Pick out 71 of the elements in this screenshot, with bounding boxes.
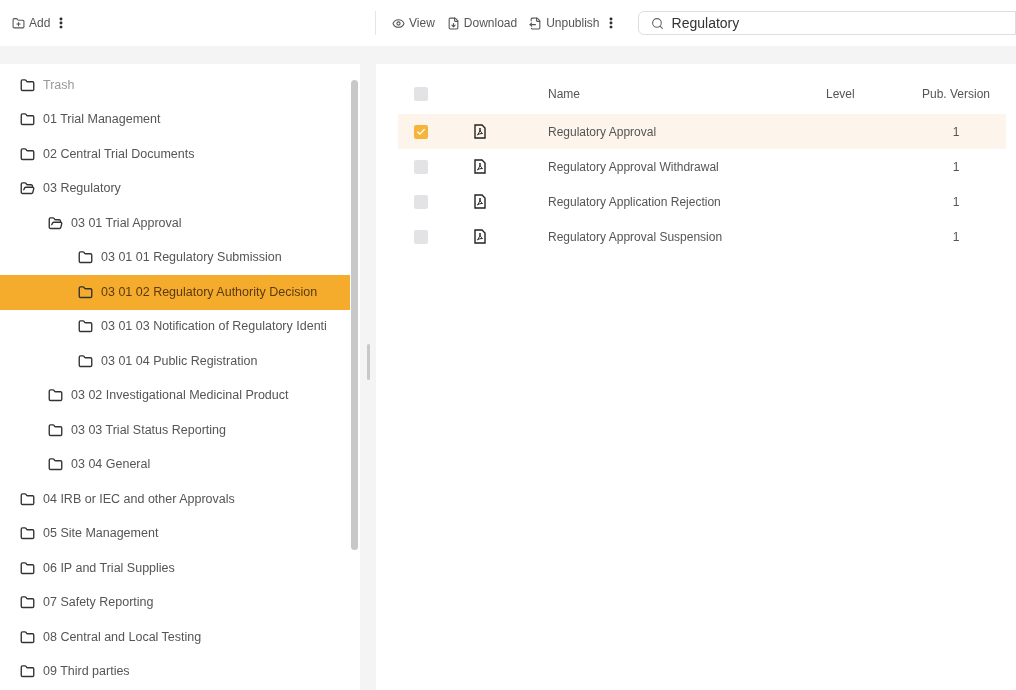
select-all-checkbox[interactable] <box>414 87 428 101</box>
row-checkbox[interactable] <box>414 229 428 244</box>
table-cell-text: 1 <box>951 193 961 211</box>
check-icon <box>416 126 426 137</box>
download-button[interactable]: Download <box>446 14 518 32</box>
tree-item[interactable]: 05 Site Management <box>0 516 350 551</box>
pdf-file-icon <box>474 124 486 139</box>
tree-item[interactable]: 03 01 01 Regulatory Submission <box>0 240 350 275</box>
folder-plus-icon <box>12 16 25 30</box>
pdf-file-icon <box>474 159 486 174</box>
table-cell-text: 1 <box>951 123 961 141</box>
search-field[interactable]: Regulatory <box>637 11 1016 35</box>
view-button[interactable]: View <box>392 14 435 32</box>
tree-item[interactable]: 08 Central and Local Testing <box>0 620 350 655</box>
column-header[interactable]: Pub. Version <box>906 85 1006 103</box>
folder-icon <box>20 112 35 128</box>
tree-item[interactable]: 02 Central Trial Documents <box>0 137 350 172</box>
folder-icon <box>78 319 93 335</box>
folder-icon <box>20 146 35 162</box>
folder-icon <box>48 388 63 404</box>
table-row[interactable]: Regulatory Approval Suspension 1 <box>398 219 1006 254</box>
tree-item[interactable]: 03 02 Investigational Medicinal Product <box>0 378 350 413</box>
tree-item[interactable]: 03 01 Trial Approval <box>0 206 350 241</box>
row-checkbox[interactable] <box>414 124 428 139</box>
add-button[interactable]: Add <box>12 14 51 32</box>
eye-icon <box>392 16 405 30</box>
folder-icon <box>20 526 35 542</box>
table-row[interactable]: Regulatory Approval Withdrawal 1 <box>398 149 1006 184</box>
pdf-file-icon <box>474 194 486 209</box>
unpublish-button[interactable]: Unpublish <box>529 14 600 32</box>
open-folder-icon <box>20 181 35 197</box>
table-row[interactable]: Regulatory Application Rejection 1 <box>398 184 1006 219</box>
open-folder-icon <box>48 215 63 231</box>
folder-icon <box>78 353 93 369</box>
row-checkbox[interactable] <box>414 194 428 209</box>
column-header[interactable]: Name <box>548 85 826 103</box>
folder-icon <box>20 491 35 507</box>
tree-item[interactable]: 07 Safety Reporting <box>0 585 350 620</box>
folder-icon <box>20 595 35 611</box>
tree-item[interactable]: 03 04 General <box>0 447 350 482</box>
table-cell-text: Regulatory Approval Withdrawal <box>548 158 720 176</box>
file-icon <box>529 16 543 30</box>
tree-item[interactable]: 03 01 04 Public Registration <box>0 344 350 379</box>
table-cell-text: Regulatory Approval <box>548 123 658 141</box>
table-cell-text: 1 <box>951 158 961 176</box>
tree-item[interactable]: 03 01 02 Regulatory Authority Decision <box>0 275 350 310</box>
tree-item[interactable]: 03 03 Trial Status Reporting <box>0 413 350 448</box>
search-icon <box>650 16 664 30</box>
tree-item[interactable]: 03 01 03 Notification of Regulatory Identi <box>0 309 350 344</box>
folder-icon <box>48 457 63 473</box>
folder-icon <box>20 77 35 93</box>
folder-icon <box>48 422 63 438</box>
folder-icon <box>20 629 35 645</box>
table-row[interactable]: Regulatory Approval 1 <box>398 114 1006 149</box>
table-cell-text: Regulatory Approval Suspension <box>548 228 724 246</box>
tree-item[interactable]: 09 Third parties <box>0 654 350 689</box>
pdf-file-icon <box>474 229 486 244</box>
folder-icon <box>20 560 35 576</box>
row-checkbox[interactable] <box>414 159 428 174</box>
table-cell-text: Regulatory Application Rejection <box>548 193 722 211</box>
folder-icon <box>20 664 35 680</box>
tree-item[interactable]: 06 IP and Trial Supplies <box>0 551 350 586</box>
tree-item[interactable]: 03 Regulatory <box>0 171 350 206</box>
file-icon <box>446 16 460 30</box>
tree-item[interactable]: 04 IRB or IEC and other Approvals <box>0 482 350 517</box>
tree-item[interactable]: 01 Trial Management <box>0 102 350 137</box>
resize-handle[interactable] <box>366 344 370 380</box>
table-cell-text: 1 <box>951 228 961 246</box>
column-header[interactable]: Level <box>826 85 906 103</box>
folder-icon <box>78 250 93 266</box>
folder-icon <box>78 284 93 300</box>
